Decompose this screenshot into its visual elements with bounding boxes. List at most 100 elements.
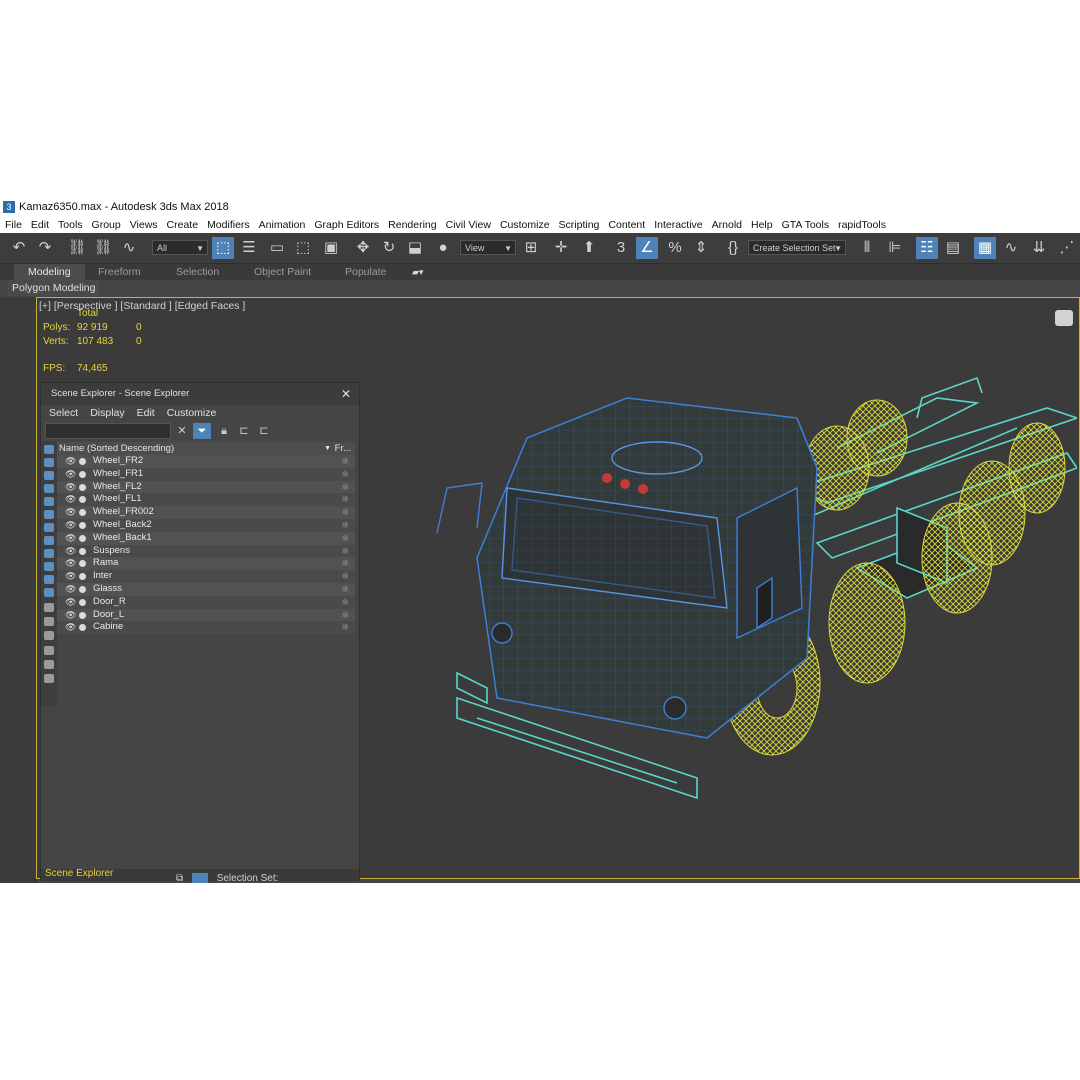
- edit-named-selection-icon[interactable]: {}: [722, 237, 744, 259]
- link-icon[interactable]: ⛓: [66, 237, 88, 259]
- display-none-icon[interactable]: [44, 617, 54, 626]
- layers-icon[interactable]: ⧉: [176, 873, 183, 883]
- list-item[interactable]: 👁︎ Glasss ❄: [57, 582, 355, 596]
- display-xrefs-icon[interactable]: [44, 536, 54, 545]
- select-place-icon[interactable]: ●: [432, 237, 454, 259]
- polygon-modeling-panel[interactable]: Polygon Modeling: [8, 280, 100, 296]
- select-scale-icon[interactable]: ⬓: [404, 237, 426, 259]
- tab-modeling[interactable]: Modeling: [14, 264, 85, 280]
- unlink-icon[interactable]: ⛓: [92, 237, 114, 259]
- freeze-snowflake-icon[interactable]: ❄: [341, 455, 349, 468]
- visibility-eye-icon[interactable]: 👁︎: [65, 519, 76, 532]
- redo-icon[interactable]: ↷: [34, 237, 56, 259]
- selection-set-icon[interactable]: [191, 873, 208, 883]
- select-object-icon[interactable]: ⬚: [212, 237, 234, 259]
- visibility-eye-icon[interactable]: 👁︎: [65, 532, 76, 545]
- pivot-center-icon[interactable]: ⊞: [520, 237, 542, 259]
- menu-content[interactable]: Content: [603, 217, 649, 233]
- tab-object-paint[interactable]: Object Paint: [254, 264, 311, 280]
- freeze-snowflake-icon[interactable]: ❄: [341, 493, 349, 506]
- hierarchy-icon[interactable]: ⊏: [235, 423, 253, 439]
- list-item[interactable]: 👁︎ Wheel_FL1 ❄: [57, 493, 355, 507]
- menu-views[interactable]: Views: [125, 217, 162, 233]
- visibility-eye-icon[interactable]: 👁︎: [65, 493, 76, 506]
- display-particles-icon[interactable]: [44, 575, 54, 584]
- menu-create[interactable]: Create: [162, 217, 203, 233]
- list-item[interactable]: 👁︎ Door_L ❄: [57, 608, 355, 622]
- freeze-snowflake-icon[interactable]: ❄: [341, 621, 349, 634]
- bind-spacewarp-icon[interactable]: ∿: [118, 237, 140, 259]
- folder-icon[interactable]: [44, 674, 54, 683]
- funnel-alt-icon[interactable]: [44, 660, 54, 669]
- select-manipulate-icon[interactable]: ✛: [550, 237, 572, 259]
- render-dot-icon[interactable]: [79, 470, 86, 478]
- render-dot-icon[interactable]: [79, 547, 86, 555]
- visibility-eye-icon[interactable]: 👁︎: [65, 621, 76, 634]
- lock-icon[interactable]: 🔒︎: [215, 423, 233, 439]
- snaps-toggle-icon[interactable]: 3: [610, 237, 632, 259]
- tab-populate[interactable]: Populate: [345, 264, 386, 280]
- explorer-menu-display[interactable]: Display: [90, 407, 124, 419]
- angle-snap-icon[interactable]: ∠: [636, 237, 658, 259]
- visibility-eye-icon[interactable]: 👁︎: [65, 468, 76, 481]
- menu-arnold[interactable]: Arnold: [707, 217, 746, 233]
- select-by-name-icon[interactable]: ☰: [238, 237, 260, 259]
- display-spacewarps-icon[interactable]: [44, 510, 54, 519]
- explorer-column-header[interactable]: Name (Sorted Descending) ▼ Fr...: [57, 442, 355, 455]
- render-dot-icon[interactable]: [79, 624, 86, 632]
- selection-filter-dropdown[interactable]: All ▼: [152, 240, 208, 255]
- menu-interactive[interactable]: Interactive: [649, 217, 706, 233]
- menu-graph-editors[interactable]: Graph Editors: [309, 217, 383, 233]
- menu-rapidtools[interactable]: rapidTools: [833, 217, 890, 233]
- hierarchy-expand-icon[interactable]: ⊏: [255, 423, 273, 439]
- display-helpers-icon[interactable]: [44, 497, 54, 506]
- visibility-eye-icon[interactable]: 👁︎: [65, 570, 76, 583]
- freeze-snowflake-icon[interactable]: ❄: [341, 506, 349, 519]
- list-item[interactable]: 👁︎ Wheel_FR002 ❄: [57, 506, 355, 519]
- ribbon-toggle-icon[interactable]: ▦: [974, 237, 996, 259]
- undo-icon[interactable]: ↶: [8, 237, 30, 259]
- list-item[interactable]: 👁︎ Rama ❄: [57, 557, 355, 571]
- list-item[interactable]: 👁︎ Wheel_Back2 ❄: [57, 518, 355, 532]
- material-editor-icon[interactable]: ⋰: [1056, 237, 1078, 259]
- display-shapes-icon[interactable]: [44, 458, 54, 467]
- explorer-search-input[interactable]: [45, 423, 171, 439]
- display-all-icon[interactable]: [44, 603, 54, 612]
- display-containers-icon[interactable]: [44, 562, 54, 571]
- freeze-snowflake-icon[interactable]: ❄: [341, 532, 349, 545]
- selection-set-dropdown[interactable]: Create Selection Set ▼: [748, 240, 846, 255]
- freeze-snowflake-icon[interactable]: ❄: [341, 583, 349, 596]
- freeze-snowflake-icon[interactable]: ❄: [341, 596, 349, 609]
- explorer-menu-edit[interactable]: Edit: [137, 407, 155, 419]
- freeze-snowflake-icon[interactable]: ❄: [341, 468, 349, 481]
- render-dot-icon[interactable]: [79, 483, 86, 491]
- list-item[interactable]: 👁︎ Wheel_FL2 ❄: [57, 480, 355, 494]
- column-name[interactable]: Name (Sorted Descending): [59, 442, 174, 455]
- freeze-snowflake-icon[interactable]: ❄: [341, 557, 349, 570]
- render-dot-icon[interactable]: [79, 496, 86, 504]
- viewcube-icon[interactable]: [1055, 310, 1073, 326]
- menu-file[interactable]: File: [0, 217, 26, 233]
- list-item[interactable]: 👁︎ Inter ❄: [57, 570, 355, 583]
- close-icon[interactable]: ✕: [341, 383, 351, 405]
- menu-gta-tools[interactable]: GTA Tools: [777, 217, 833, 233]
- viewport-label[interactable]: [+] [Perspective ] [Standard ] [Edged Fa…: [39, 300, 245, 312]
- spinner-snap-icon[interactable]: ⇕: [690, 237, 712, 259]
- tab-scene-explorer[interactable]: Scene Explorer: [45, 867, 113, 881]
- ribbon-options-icon[interactable]: ▰▾: [412, 264, 423, 280]
- display-lights-icon[interactable]: [44, 471, 54, 480]
- list-item[interactable]: 👁︎ Wheel_FR2 ❄: [57, 455, 355, 468]
- visibility-eye-icon[interactable]: 👁︎: [65, 609, 76, 622]
- freeze-snowflake-icon[interactable]: ❄: [341, 545, 349, 558]
- menu-animation[interactable]: Animation: [254, 217, 310, 233]
- menu-customize[interactable]: Customize: [495, 217, 554, 233]
- visibility-eye-icon[interactable]: 👁︎: [65, 455, 76, 468]
- reference-coordinate-dropdown[interactable]: View ▼: [460, 240, 516, 255]
- filter-icon[interactable]: ⏷: [193, 423, 211, 439]
- menu-rendering[interactable]: Rendering: [383, 217, 440, 233]
- percent-snap-icon[interactable]: %: [664, 237, 686, 259]
- keyboard-shortcut-icon[interactable]: ⬆: [578, 237, 600, 259]
- window-crossing-icon[interactable]: ⬚: [292, 237, 314, 259]
- schematic-view-icon[interactable]: ⇊: [1028, 237, 1050, 259]
- column-frozen[interactable]: Fr...: [335, 442, 351, 455]
